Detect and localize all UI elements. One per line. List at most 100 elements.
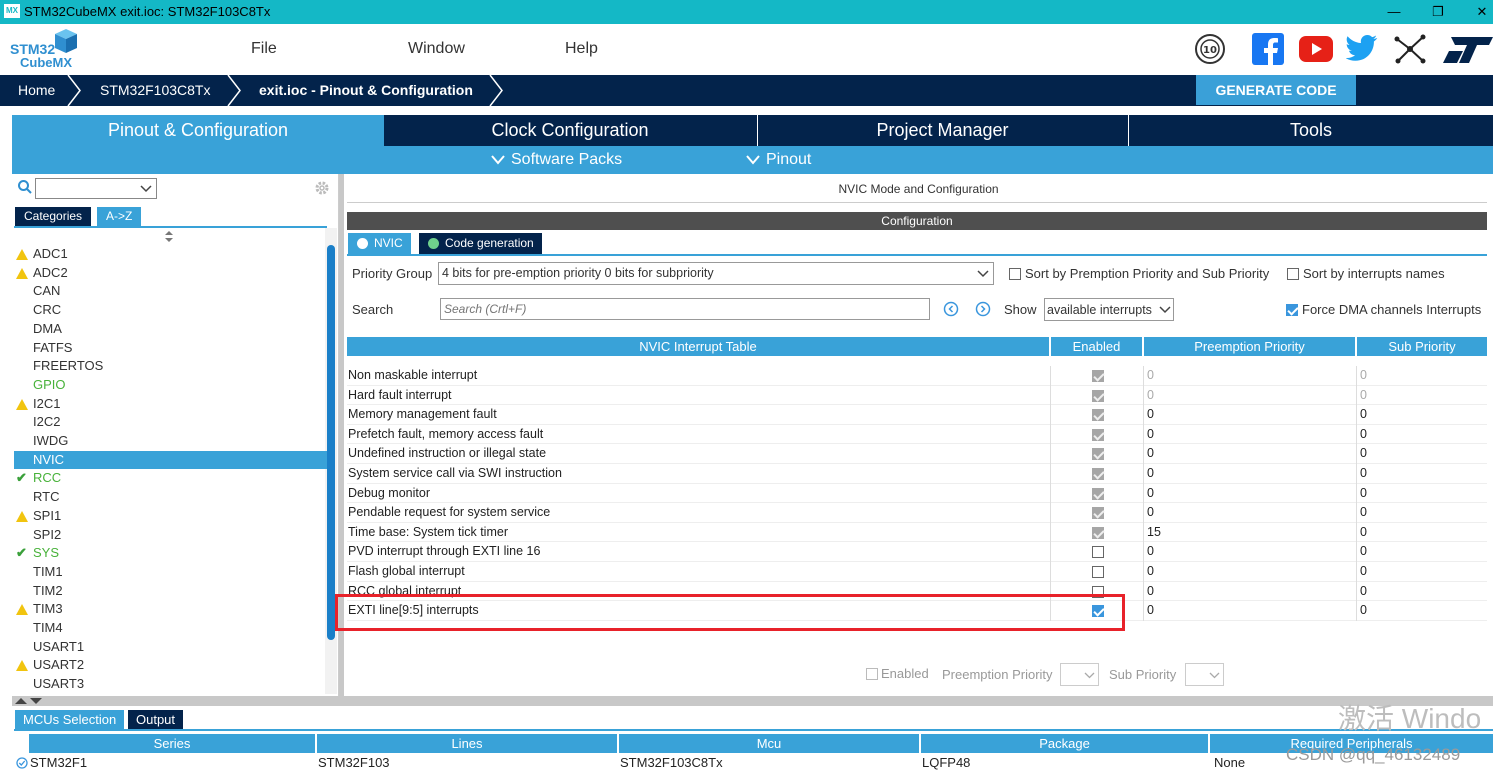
col-header-mcu[interactable]: Mcu: [619, 734, 919, 753]
list-scrollbar-thumb[interactable]: [327, 245, 335, 640]
enabled-checkbox[interactable]: [1092, 546, 1104, 559]
col-header-interrupt[interactable]: NVIC Interrupt Table: [347, 337, 1049, 356]
pinout-menu[interactable]: Pinout: [766, 146, 811, 174]
preemption-priority-cell[interactable]: 0: [1143, 483, 1356, 504]
sub-priority-cell[interactable]: 0: [1356, 424, 1487, 445]
table-row[interactable]: Flash global interrupt 0 0: [347, 562, 1487, 582]
table-row[interactable]: Undefined instruction or illegal state 0 0: [347, 444, 1487, 464]
table-row[interactable]: Hard fault interrupt 0 0: [347, 385, 1487, 406]
collapse-arrows-icon[interactable]: [14, 697, 44, 705]
mcu-row[interactable]: [14, 753, 1493, 773]
software-packs-menu[interactable]: Software Packs: [511, 146, 622, 174]
maximize-button[interactable]: ❐: [1424, 2, 1452, 22]
menu-file[interactable]: File: [251, 40, 277, 58]
twitter-icon[interactable]: [1346, 34, 1378, 62]
peripheral-item[interactable]: GPIO: [14, 376, 327, 395]
youtube-icon[interactable]: [1299, 36, 1333, 62]
bottom-preemption-select[interactable]: [1060, 663, 1099, 686]
peripheral-item[interactable]: TIM2: [14, 582, 327, 601]
enabled-checkbox[interactable]: [1092, 566, 1104, 578]
bottom-enabled-checkbox[interactable]: [866, 668, 878, 680]
tab-pinout-configuration[interactable]: Pinout & Configuration: [12, 115, 384, 146]
peripheral-item[interactable]: I2C1: [14, 395, 327, 414]
gear-icon[interactable]: [314, 180, 330, 196]
anniversary-badge-icon[interactable]: 10: [1194, 33, 1226, 65]
preemption-priority-cell[interactable]: 0: [1143, 464, 1356, 484]
peripheral-item[interactable]: USART2: [14, 656, 327, 675]
col-header-sub[interactable]: Sub Priority: [1357, 337, 1487, 356]
preemption-priority-cell[interactable]: 0: [1143, 444, 1356, 464]
peripheral-item[interactable]: ✔ SYS: [14, 544, 327, 563]
category-search-input[interactable]: [35, 178, 157, 199]
preemption-priority-cell[interactable]: 0: [1143, 366, 1356, 386]
st-logo-icon[interactable]: [1443, 33, 1493, 65]
table-row[interactable]: System service call via SWI instruction 0…: [347, 464, 1487, 484]
table-row[interactable]: Pendable request for system service 0 0: [347, 503, 1487, 523]
preemption-priority-cell[interactable]: 0: [1143, 601, 1356, 621]
breadcrumb-home[interactable]: Home: [18, 75, 55, 106]
sub-priority-cell[interactable]: 0: [1356, 366, 1487, 386]
force-dma-checkbox[interactable]: [1286, 304, 1298, 316]
tab-code-generation[interactable]: Code generation: [419, 233, 542, 254]
network-icon[interactable]: [1393, 33, 1427, 65]
close-button[interactable]: ✕: [1468, 2, 1493, 22]
priority-group-select[interactable]: 4 bits for pre-emption priority 0 bits f…: [438, 262, 994, 285]
col-header-lines[interactable]: Lines: [317, 734, 617, 753]
bottom-sub-select[interactable]: [1185, 663, 1224, 686]
peripheral-item[interactable]: RTC: [14, 488, 327, 507]
col-header-package[interactable]: Package: [921, 734, 1208, 753]
col-header-enabled[interactable]: Enabled: [1051, 337, 1142, 356]
table-row[interactable]: PVD interrupt through EXTI line 16 0 0: [347, 542, 1487, 562]
preemption-priority-cell[interactable]: 0: [1143, 405, 1356, 425]
facebook-icon[interactable]: [1252, 33, 1284, 65]
peripheral-item[interactable]: FATFS: [14, 339, 327, 358]
peripheral-item[interactable]: TIM4: [14, 619, 327, 638]
tab-output[interactable]: Output: [128, 710, 184, 730]
sub-priority-cell[interactable]: 0: [1356, 601, 1487, 621]
sub-priority-cell[interactable]: 0: [1356, 542, 1487, 562]
peripheral-item[interactable]: SPI1: [14, 507, 327, 526]
tab-nvic[interactable]: NVIC: [348, 233, 411, 254]
preemption-priority-cell[interactable]: 0: [1143, 424, 1356, 445]
sort-icon[interactable]: [164, 231, 174, 243]
peripheral-item[interactable]: USART1: [14, 638, 327, 657]
minimize-button[interactable]: —: [1380, 2, 1408, 22]
sub-priority-cell[interactable]: 0: [1356, 385, 1487, 406]
peripheral-item[interactable]: USART3: [14, 675, 327, 694]
peripheral-item[interactable]: TIM3: [14, 600, 327, 619]
preemption-priority-cell[interactable]: 0: [1143, 385, 1356, 406]
peripheral-item[interactable]: FREERTOS: [14, 357, 327, 376]
search-previous-icon[interactable]: [943, 301, 959, 317]
sub-priority-cell[interactable]: 0: [1356, 444, 1487, 464]
search-next-icon[interactable]: [975, 301, 991, 317]
peripheral-item[interactable]: SPI2: [14, 526, 327, 545]
sort-premption-checkbox[interactable]: [1009, 268, 1021, 280]
tab-project-manager[interactable]: Project Manager: [757, 115, 1127, 146]
sub-priority-cell[interactable]: 0: [1356, 581, 1487, 602]
sub-priority-cell[interactable]: 0: [1356, 464, 1487, 484]
show-select[interactable]: available interrupts: [1044, 298, 1174, 321]
tab-categories[interactable]: Categories: [15, 207, 92, 226]
sub-priority-cell[interactable]: 0: [1356, 562, 1487, 582]
preemption-priority-cell[interactable]: 0: [1143, 503, 1356, 523]
menu-window[interactable]: Window: [408, 40, 465, 58]
table-row[interactable]: Time base: System tick timer 15 0: [347, 522, 1487, 543]
preemption-priority-cell[interactable]: 0: [1143, 581, 1356, 602]
peripheral-item[interactable]: TIM1: [14, 563, 327, 582]
tab-tools[interactable]: Tools: [1128, 115, 1493, 146]
tab-mcus-selection[interactable]: MCUs Selection: [15, 710, 125, 730]
peripheral-item[interactable]: CRC: [14, 301, 327, 320]
table-row[interactable]: Non maskable interrupt 0 0: [347, 366, 1487, 386]
peripheral-item[interactable]: ✔ RCC: [14, 469, 327, 488]
peripheral-item[interactable]: I2C2: [14, 413, 327, 432]
peripheral-item[interactable]: NVIC: [14, 450, 327, 470]
interrupt-search-input[interactable]: [440, 298, 930, 320]
peripheral-item[interactable]: CAN: [14, 282, 327, 301]
table-row[interactable]: Memory management fault 0 0: [347, 405, 1487, 425]
table-row[interactable]: Prefetch fault, memory access fault 0 0: [347, 424, 1487, 445]
generate-code-button[interactable]: GENERATE CODE: [1196, 75, 1356, 105]
tab-a-z[interactable]: A->Z: [97, 207, 142, 226]
sub-priority-cell[interactable]: 0: [1356, 522, 1487, 543]
sub-priority-cell[interactable]: 0: [1356, 483, 1487, 504]
breadcrumb-project[interactable]: exit.ioc - Pinout & Configuration: [259, 75, 473, 106]
